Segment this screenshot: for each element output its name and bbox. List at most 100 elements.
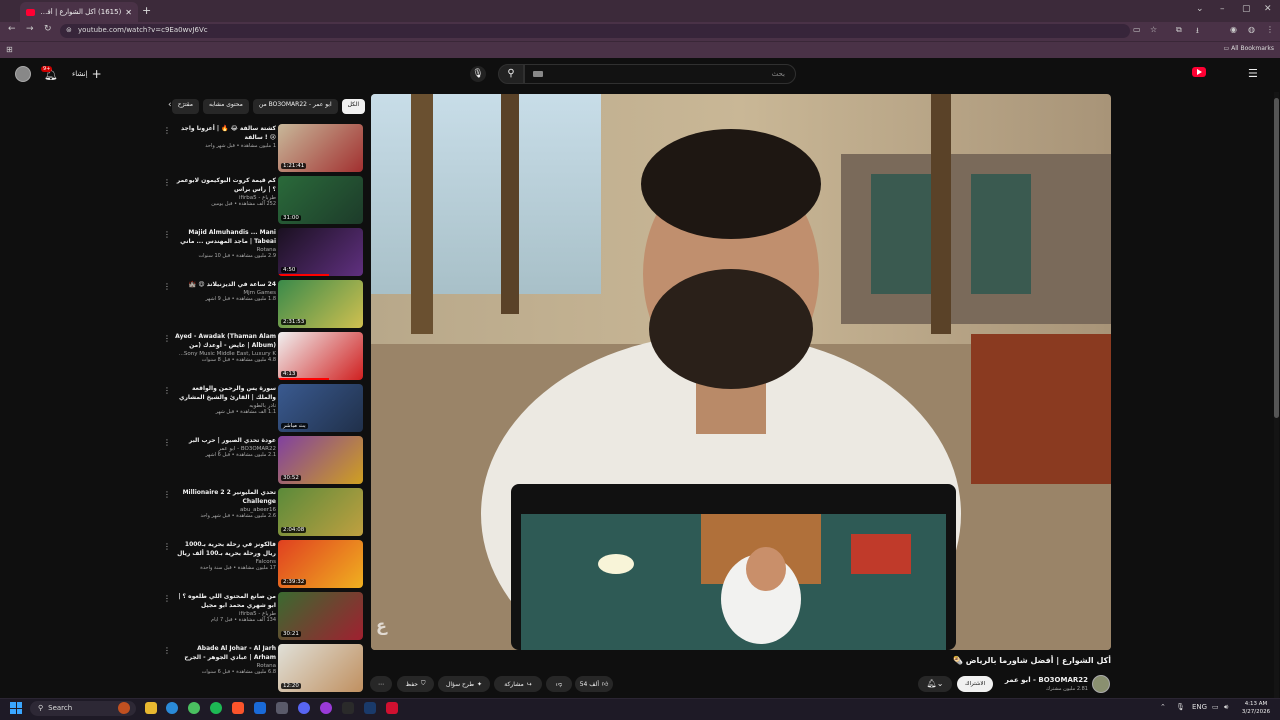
close-tab-icon[interactable]: ✕: [125, 8, 132, 17]
save-button[interactable]: حفظ ⛉: [397, 676, 434, 692]
steam-icon[interactable]: [364, 702, 376, 714]
spotify-icon[interactable]: [210, 702, 222, 714]
cast-icon[interactable]: ▭: [1133, 25, 1141, 34]
recommendation-item[interactable]: 30:52 عودة تحدي الصبور | حرب البر BO3OMAR2…: [160, 436, 365, 486]
new-tab-icon[interactable]: +: [142, 4, 151, 17]
chip-related[interactable]: محتوى مشابه: [203, 98, 249, 114]
more-options-icon[interactable]: ⋮: [163, 334, 171, 343]
tab-search-icon[interactable]: ⌄: [1196, 4, 1204, 14]
recommendation-title[interactable]: Ayed - Awadak (Thaman Alam Album) | عايض…: [174, 332, 276, 350]
recording-app-icon[interactable]: [386, 702, 398, 714]
account-avatar[interactable]: [15, 66, 31, 82]
voice-search-icon[interactable]: 🎙︎: [470, 66, 486, 82]
weather-widget-icon[interactable]: [118, 702, 130, 714]
back-icon[interactable]: ←: [8, 24, 16, 34]
recommendation-item[interactable]: 2:04:08 تحدي المليونير 2 Millionaire 2 Ch…: [160, 488, 365, 538]
channel-name[interactable]: BO3OMAR22 - ابو عمر: [1000, 676, 1088, 684]
channel-avatar[interactable]: [1092, 675, 1110, 693]
more-options-icon[interactable]: ⋮: [163, 490, 171, 499]
minimize-icon[interactable]: –: [1220, 4, 1225, 14]
recommendation-item[interactable]: 2:31:53 24 ساعة في الديزنيلاند 😍 🏰 Mjm Gam…: [160, 280, 365, 330]
video-thumbnail[interactable]: 30:52: [278, 436, 363, 484]
scrollbar-thumb[interactable]: [1274, 98, 1279, 418]
volume-icon[interactable]: 🔊︎: [1224, 703, 1228, 712]
video-player[interactable]: [371, 94, 1111, 650]
language-indicator[interactable]: ENG: [1192, 703, 1207, 711]
recommendation-item[interactable]: 30:21 من صانع المحتوى اللي طلعوه ؟ | ابو …: [160, 592, 365, 642]
brave-icon[interactable]: [232, 702, 244, 714]
terminal-icon[interactable]: [342, 702, 354, 714]
more-options-icon[interactable]: ⋮: [163, 282, 171, 291]
recommendation-title[interactable]: عودة تحدي الصبور | حرب البر: [174, 436, 276, 445]
share-button[interactable]: مشاركة ↪: [494, 676, 542, 692]
reload-icon[interactable]: ↻: [44, 24, 52, 34]
translate-icon[interactable]: ◍: [1248, 25, 1255, 34]
file-explorer-icon[interactable]: [145, 702, 157, 714]
app-icon[interactable]: [320, 702, 332, 714]
maximize-icon[interactable]: ▢: [1242, 4, 1251, 14]
store-icon[interactable]: [254, 702, 266, 714]
recommendation-item[interactable]: 4:13 Ayed - Awadak (Thaman Alam Album) | …: [160, 332, 365, 382]
recommendation-title[interactable]: Abade Al Johar - Al Jarh Arham | عبادي ا…: [174, 644, 276, 662]
tray-chevron-icon[interactable]: ⌃: [1160, 703, 1166, 711]
downloads-icon[interactable]: ⭳: [1196, 25, 1199, 39]
video-thumbnail[interactable]: 4:50: [278, 228, 363, 276]
recommendation-title[interactable]: سورة يس والرحمن والواقعة والملك | القارئ…: [174, 384, 276, 402]
recommendation-title[interactable]: كم قيمة كروت البوكيمون لابوعمر ؟ | راس ب…: [174, 176, 276, 194]
search-icon[interactable]: ⚲: [498, 64, 524, 84]
video-thumbnail[interactable]: 12:20: [278, 644, 363, 692]
video-thumbnail[interactable]: 1:21:41: [278, 124, 363, 172]
search-input[interactable]: بحث: [524, 64, 796, 84]
video-thumbnail[interactable]: 2:04:08: [278, 488, 363, 536]
video-thumbnail[interactable]: 2:31:53: [278, 280, 363, 328]
chrome-icon[interactable]: [188, 702, 200, 714]
video-thumbnail[interactable]: 4:13: [278, 332, 363, 380]
system-clock[interactable]: 4:13 AM 3/27/2026: [1240, 700, 1272, 716]
like-button[interactable]: 54 ألف 👍︎: [575, 676, 613, 692]
apps-grid-icon[interactable]: ⊞: [6, 45, 13, 54]
video-thumbnail[interactable]: بث مباشر: [278, 384, 363, 432]
more-options-icon[interactable]: ⋮: [163, 542, 171, 551]
recommendation-item[interactable]: 4:50 Majid Almuhandis ... Mani Tabeai | م…: [160, 228, 365, 278]
url-field[interactable]: ⊜ youtube.com/watch?v=c9Ea0wvJ6Vc: [60, 24, 1130, 38]
recommendation-item[interactable]: 1:21:41 كشتة سالفة 😂 🔥 | أعزونا واجد 😢 ! …: [160, 124, 365, 174]
more-options-icon[interactable]: ⋮: [163, 386, 171, 395]
chip-all[interactable]: الكل: [341, 98, 365, 114]
browser-menu-icon[interactable]: ⋮: [1266, 25, 1274, 34]
recommendation-item[interactable]: 12:20 Abade Al Johar - Al Jarh Arham | عب…: [160, 644, 365, 694]
more-options-icon[interactable]: ⋮: [163, 594, 171, 603]
discord-icon[interactable]: [298, 702, 310, 714]
recommendation-title[interactable]: Majid Almuhandis ... Mani Tabeai | ماجد …: [174, 228, 276, 246]
all-bookmarks-button[interactable]: ▭ All Bookmarks: [1224, 45, 1274, 52]
more-actions-button[interactable]: ⋯: [370, 676, 392, 692]
browser-tab[interactable]: (1615) أكل الشوارع | أفضل شاورما ✕: [20, 2, 138, 22]
recommendation-item[interactable]: 2:39:32 فالكونز في رحلة بحرية بـ1000 ريال…: [160, 540, 365, 590]
recommendation-item[interactable]: 31:00 كم قيمة كروت البوكيمون لابوعمر ؟ | …: [160, 176, 365, 226]
keyboard-icon[interactable]: [533, 71, 543, 77]
channel-watermark[interactable]: ع: [376, 616, 387, 635]
recommendation-title[interactable]: من صانع المحتوى اللي طلعوه ؟ | ابو شهري …: [174, 592, 276, 610]
video-thumbnail[interactable]: 31:00: [278, 176, 363, 224]
edge-icon[interactable]: [166, 702, 178, 714]
profile-icon[interactable]: ◉: [1230, 25, 1237, 34]
recommendation-title[interactable]: كشتة سالفة 😂 🔥 | أعزونا واجد 😢 ! سالفة: [174, 124, 276, 142]
create-button[interactable]: إنشاء +: [72, 67, 102, 81]
dislike-button[interactable]: 👎︎: [546, 676, 572, 692]
more-options-icon[interactable]: ⋮: [163, 126, 171, 135]
close-window-icon[interactable]: ✕: [1264, 4, 1272, 14]
ask-button[interactable]: طرح سؤال ✦: [438, 676, 490, 692]
notification-bell-dropdown[interactable]: 🔔︎⌄: [918, 676, 952, 692]
more-options-icon[interactable]: ⋮: [163, 438, 171, 447]
more-options-icon[interactable]: ⋮: [163, 646, 171, 655]
guide-menu-icon[interactable]: ☰: [1248, 67, 1258, 80]
forward-icon[interactable]: →: [26, 24, 34, 34]
bookmark-star-icon[interactable]: ☆: [1150, 25, 1157, 34]
recommendation-title[interactable]: تحدي المليونير 2 Millionaire 2 Challenge: [174, 488, 276, 506]
chip-from-channel[interactable]: من BO3OMAR22 - ابو عمر: [252, 98, 338, 114]
start-icon[interactable]: [10, 702, 22, 714]
subscribe-button[interactable]: الاشتراك: [957, 676, 993, 692]
recommendation-title[interactable]: فالكونز في رحلة بحرية بـ1000 ريال ورحلة …: [174, 540, 276, 558]
more-options-icon[interactable]: ⋮: [163, 178, 171, 187]
more-options-icon[interactable]: ⋮: [163, 230, 171, 239]
network-icon[interactable]: ▭: [1212, 703, 1219, 711]
